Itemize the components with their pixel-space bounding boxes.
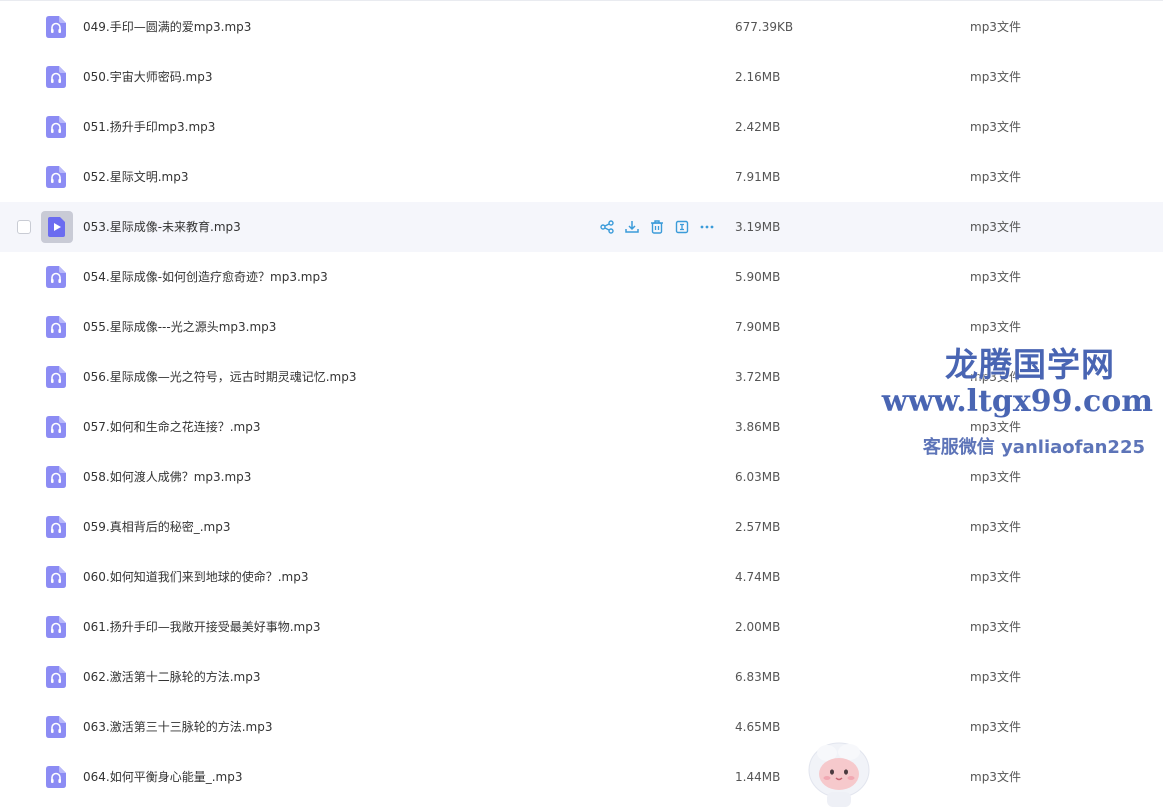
file-type: mp3文件 [970, 220, 1021, 234]
file-row[interactable]: 062.激活第十二脉轮的方法.mp3 6.83MB mp3文件 [0, 652, 1163, 702]
file-name[interactable]: 059.真相背后的秘密_.mp3 [83, 502, 230, 552]
file-type: mp3文件 [970, 520, 1021, 534]
file-row[interactable]: 058.如何渡人成佛？mp3.mp3 6.03MB mp3文件 [0, 452, 1163, 502]
file-name[interactable]: 063.激活第三十三脉轮的方法.mp3 [83, 702, 272, 752]
file-row[interactable]: 055.星际成像---光之源头mp3.mp3 7.90MB mp3文件 [0, 302, 1163, 352]
audio-file-icon [46, 416, 66, 438]
file-name[interactable]: 054.星际成像-如何创造疗愈奇迹？mp3.mp3 [83, 252, 328, 302]
audio-file-icon [46, 66, 66, 88]
audio-file-icon [46, 666, 66, 688]
file-name[interactable]: 053.星际成像-未来教育.mp3 [83, 202, 241, 252]
file-row[interactable]: 064.如何平衡身心能量_.mp3 1.44MB mp3文件 [0, 752, 1163, 802]
file-type: mp3文件 [970, 570, 1021, 584]
file-name[interactable]: 061.扬升手印—我敞开接受最美好事物.mp3 [83, 602, 320, 652]
file-type: mp3文件 [970, 270, 1021, 284]
audio-file-icon [46, 316, 66, 338]
file-size: 1.44MB [735, 770, 781, 784]
file-row[interactable]: 060.如何知道我们来到地球的使命？.mp3 4.74MB mp3文件 [0, 552, 1163, 602]
file-type: mp3文件 [970, 470, 1021, 484]
file-type: mp3文件 [970, 420, 1021, 434]
file-type: mp3文件 [970, 620, 1021, 634]
audio-file-icon [46, 16, 66, 38]
file-size: 7.90MB [735, 320, 781, 334]
file-size: 2.00MB [735, 620, 781, 634]
file-type: mp3文件 [970, 120, 1021, 134]
audio-file-icon [46, 566, 66, 588]
file-type: mp3文件 [970, 370, 1021, 384]
file-size: 5.90MB [735, 270, 781, 284]
audio-file-icon [46, 616, 66, 638]
file-size: 2.42MB [735, 120, 781, 134]
row-actions [599, 219, 715, 235]
file-row[interactable]: 054.星际成像-如何创造疗愈奇迹？mp3.mp3 5.90MB mp3文件 [0, 252, 1163, 302]
audio-file-icon [46, 716, 66, 738]
file-name[interactable]: 050.宇宙大师密码.mp3 [83, 52, 212, 102]
file-size: 6.03MB [735, 470, 781, 484]
audio-file-icon [46, 766, 66, 788]
row-checkbox[interactable] [17, 220, 31, 234]
more-icon[interactable] [699, 219, 715, 235]
file-name[interactable]: 057.如何和生命之花连接？.mp3 [83, 402, 260, 452]
file-name[interactable]: 049.手印—圆满的爱mp3.mp3 [83, 2, 251, 52]
delete-icon[interactable] [649, 219, 665, 235]
top-border [0, 0, 1163, 1]
file-row[interactable]: 063.激活第三十三脉轮的方法.mp3 4.65MB mp3文件 [0, 702, 1163, 752]
file-name[interactable]: 052.星际文明.mp3 [83, 152, 188, 202]
file-name[interactable]: 058.如何渡人成佛？mp3.mp3 [83, 452, 251, 502]
file-name[interactable]: 064.如何平衡身心能量_.mp3 [83, 752, 242, 802]
file-row[interactable]: 052.星际文明.mp3 7.91MB mp3文件 [0, 152, 1163, 202]
file-type: mp3文件 [970, 720, 1021, 734]
share-icon[interactable] [599, 219, 615, 235]
audio-file-icon [46, 116, 66, 138]
file-row[interactable]: 061.扬升手印—我敞开接受最美好事物.mp3 2.00MB mp3文件 [0, 602, 1163, 652]
file-size: 7.91MB [735, 170, 781, 184]
file-type: mp3文件 [970, 70, 1021, 84]
assistant-mascot-icon[interactable] [805, 740, 873, 807]
file-type: mp3文件 [970, 770, 1021, 784]
file-type: mp3文件 [970, 320, 1021, 334]
audio-file-icon [46, 366, 66, 388]
file-size: 2.16MB [735, 70, 781, 84]
play-file-icon[interactable] [41, 211, 73, 243]
file-size: 2.57MB [735, 520, 781, 534]
file-row[interactable]: 057.如何和生命之花连接？.mp3 3.86MB mp3文件 [0, 402, 1163, 452]
info-icon[interactable] [674, 219, 690, 235]
file-name[interactable]: 060.如何知道我们来到地球的使命？.mp3 [83, 552, 308, 602]
file-row[interactable]: 049.手印—圆满的爱mp3.mp3 677.39KB mp3文件 [0, 2, 1163, 52]
audio-file-icon [46, 516, 66, 538]
file-size: 3.86MB [735, 420, 781, 434]
file-row[interactable]: 056.星际成像—光之符号，远古时期灵魂记忆.mp3 3.72MB mp3文件 [0, 352, 1163, 402]
file-name[interactable]: 062.激活第十二脉轮的方法.mp3 [83, 652, 260, 702]
file-type: mp3文件 [970, 670, 1021, 684]
file-name[interactable]: 051.扬升手印mp3.mp3 [83, 102, 215, 152]
file-row[interactable]: 051.扬升手印mp3.mp3 2.42MB mp3文件 [0, 102, 1163, 152]
file-row[interactable]: 053.星际成像-未来教育.mp3 3.19MB mp3文件 [0, 202, 1163, 252]
file-row[interactable]: 059.真相背后的秘密_.mp3 2.57MB mp3文件 [0, 502, 1163, 552]
file-size: 6.83MB [735, 670, 781, 684]
file-name[interactable]: 055.星际成像---光之源头mp3.mp3 [83, 302, 276, 352]
file-size: 4.65MB [735, 720, 781, 734]
file-size: 677.39KB [735, 20, 794, 34]
file-type: mp3文件 [970, 170, 1021, 184]
audio-file-icon [46, 166, 66, 188]
file-size: 3.72MB [735, 370, 781, 384]
file-name[interactable]: 056.星际成像—光之符号，远古时期灵魂记忆.mp3 [83, 352, 356, 402]
file-size: 4.74MB [735, 570, 781, 584]
file-type: mp3文件 [970, 20, 1021, 34]
file-size: 3.19MB [735, 220, 781, 234]
file-row[interactable]: 050.宇宙大师密码.mp3 2.16MB mp3文件 [0, 52, 1163, 102]
audio-file-icon [46, 266, 66, 288]
download-icon[interactable] [624, 219, 640, 235]
audio-file-icon [46, 466, 66, 488]
file-list: 049.手印—圆满的爱mp3.mp3 677.39KB mp3文件 050.宇宙… [0, 2, 1163, 802]
